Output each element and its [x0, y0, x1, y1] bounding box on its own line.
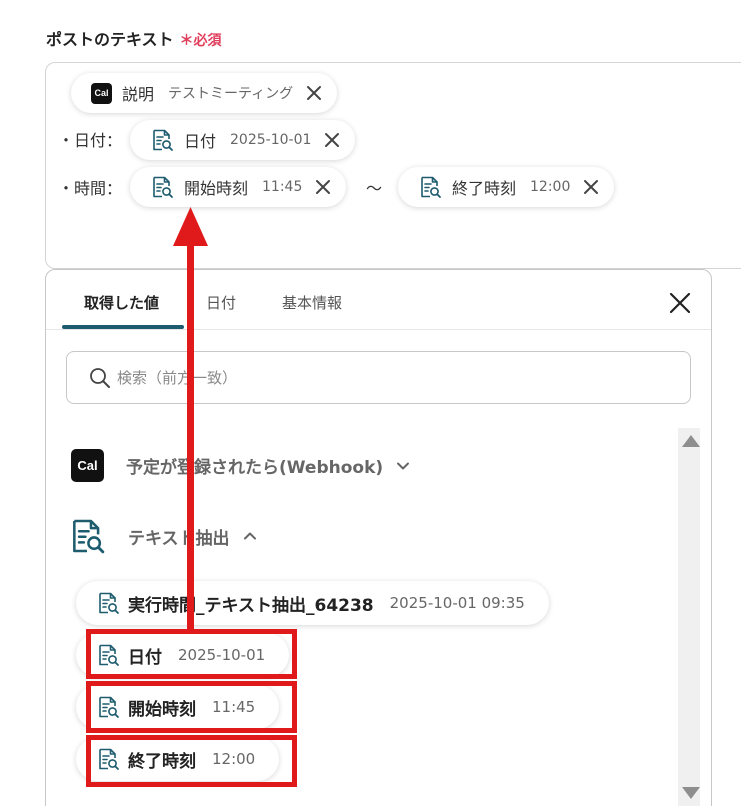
active-tab-indicator	[62, 325, 184, 329]
text-extract-icon	[96, 695, 120, 719]
value-item[interactable]: 終了時刻 12:00	[76, 737, 280, 781]
variable-chip-start-time[interactable]: 開始時刻 11:45	[130, 167, 347, 207]
close-icon[interactable]	[305, 84, 323, 102]
required-mark: ＊必須	[179, 33, 222, 49]
item-value: 2025-10-01	[178, 646, 266, 664]
close-icon[interactable]	[314, 178, 332, 196]
cal-logo-icon: Cal	[71, 449, 104, 482]
section-label: 予定が登録されたら(Webhook)	[126, 458, 384, 478]
chip-value: テストミーティング	[168, 86, 294, 102]
item-label: 開始時刻	[128, 699, 196, 720]
field-label-text: ポストのテキスト	[46, 30, 174, 49]
section-webhook[interactable]: Cal 予定が登録されたら(Webhook)	[71, 449, 411, 482]
item-value: 11:45	[212, 698, 256, 716]
text-extract-icon	[96, 643, 120, 667]
section-label: テキスト抽出	[128, 528, 230, 549]
time-prefix: ・時間：	[58, 179, 123, 198]
item-label: 終了時刻	[128, 751, 196, 772]
value-item[interactable]: 開始時刻 11:45	[76, 685, 280, 729]
field-label: ポストのテキスト ＊必須	[46, 26, 222, 50]
cal-logo-icon: Cal	[91, 82, 112, 104]
chevron-up-icon[interactable]	[242, 528, 258, 544]
item-value: 12:00	[212, 750, 256, 768]
close-icon[interactable]	[582, 178, 600, 196]
text-extract-icon	[150, 175, 174, 199]
close-icon[interactable]	[668, 291, 692, 315]
text-extract-icon	[150, 128, 174, 152]
value-picker-panel: 取得した値 日付 基本情報 検索（前方一致） Cal 予定が登録されたら(Web…	[45, 269, 712, 806]
value-item[interactable]: 実行時間_テキスト抽出_64238 2025-10-01 09:35	[76, 581, 549, 625]
item-label: 日付	[128, 647, 162, 668]
item-value: 2025-10-01 09:35	[389, 594, 525, 612]
chip-value: 11:45	[262, 179, 303, 195]
tab-bar: 取得した値 日付 基本情報	[46, 270, 711, 330]
text-editor[interactable]: Cal 説明 テストミーティング ・日付： 日付 2025-10-01 ・時間：…	[45, 62, 741, 269]
tab-date[interactable]: 日付	[206, 292, 236, 313]
item-label: 実行時間_テキスト抽出_64238	[128, 595, 374, 616]
date-prefix: ・日付：	[58, 131, 123, 150]
variable-chip-end-time[interactable]: 終了時刻 12:00	[398, 167, 615, 207]
close-icon[interactable]	[323, 131, 341, 149]
section-text-extract[interactable]: テキスト抽出	[68, 517, 258, 555]
search-input[interactable]: 検索（前方一致）	[66, 351, 691, 404]
chip-label: 説明	[122, 85, 155, 104]
tab-retrieved-values[interactable]: 取得した値	[84, 292, 159, 313]
text-extract-icon	[96, 591, 120, 615]
chip-value: 12:00	[530, 179, 571, 195]
scroll-down-arrow-icon[interactable]	[682, 787, 700, 799]
search-placeholder: 検索（前方一致）	[117, 369, 238, 387]
chevron-down-icon[interactable]	[395, 458, 411, 474]
variable-chip-description[interactable]: Cal 説明 テストミーティング	[71, 73, 338, 113]
tilde: 〜	[366, 179, 383, 198]
chip-label: 開始時刻	[184, 179, 249, 198]
variable-chip-date[interactable]: 日付 2025-10-01	[130, 120, 356, 160]
search-icon	[90, 367, 110, 388]
text-extract-icon	[418, 175, 442, 199]
scrollbar[interactable]	[678, 428, 700, 806]
text-extract-icon	[96, 747, 120, 771]
chip-value: 2025-10-01	[230, 132, 312, 148]
tab-basic-info[interactable]: 基本情報	[282, 292, 342, 313]
scroll-up-arrow-icon[interactable]	[682, 435, 700, 447]
value-item[interactable]: 日付 2025-10-01	[76, 633, 290, 677]
chip-label: 日付	[184, 132, 217, 151]
text-extract-icon	[68, 517, 106, 555]
chip-label: 終了時刻	[452, 179, 517, 198]
